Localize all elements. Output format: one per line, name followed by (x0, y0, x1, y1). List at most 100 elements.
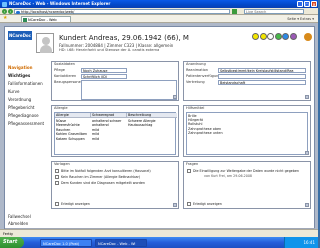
minimize-button[interactable]: _ (297, 1, 303, 7)
sidebar-item[interactable]: Pflegeassessment (5, 120, 49, 128)
vorlage-label: Kein Rauchen im Zimmer (Allergie Bettnac… (61, 174, 141, 179)
resize-handle[interactable] (305, 203, 309, 207)
resize-handle[interactable] (305, 151, 309, 155)
sidebar: Navigation Wichtiges Fallinformationen K… (5, 64, 49, 128)
anordnung-title: Anordnung (186, 62, 206, 66)
browser-window: NCareDoc - Web - Windows Internet Explor… (0, 0, 318, 237)
close-button[interactable]: × (311, 1, 317, 7)
vorlage-label: Dem Kunden sind die Diagnosen mitgeteilt… (61, 180, 146, 185)
page-icon (16, 10, 20, 14)
taskbar-item-active[interactable]: NCareDoc - Web - Wi (95, 238, 147, 247)
favorites-star-icon[interactable]: ★ (3, 16, 7, 21)
column-header[interactable]: Beschreibung (127, 113, 177, 118)
vorlage-checkbox[interactable] (55, 181, 59, 185)
clock: 16:41 (303, 240, 315, 245)
sozialdaten-title: Sozialdaten (54, 62, 75, 66)
status-dot-1[interactable] (252, 33, 259, 40)
kontaktieren-input[interactable]: Schriftlich (ID) (81, 73, 127, 79)
hilfsmittel-list[interactable]: Brille Hörgerät Rollstuhl Zahnprothese o… (186, 112, 308, 155)
erledigt-label: Erledigt anzeigen (61, 201, 90, 206)
status-dot-4[interactable] (274, 33, 282, 40)
taskbar-item[interactable]: NCareDoc 1.0 (Post) (40, 238, 92, 247)
pflege-input[interactable]: Noch Zuhause (81, 67, 127, 73)
forward-button[interactable]: › (8, 9, 13, 14)
patient-name: Kundert Andreas, 29.06.1942 (66), M (59, 34, 189, 42)
allergie-table: Allergie Schweregrad Beschreibung Nüsse … (54, 112, 177, 155)
address-input[interactable]: http://localhost/ncaredoc/web/ (14, 9, 230, 14)
vorlage-checkbox[interactable] (55, 169, 59, 173)
column-header[interactable]: Schweregrad (91, 113, 127, 118)
tab-active[interactable]: NCareDoc - Web (21, 16, 71, 22)
frage-note: von Kurt Frei, am 29.06.2008 (204, 174, 253, 178)
tab-bar: ★ NCareDoc - Web Seite ▾ Extras ▾ (0, 15, 318, 23)
table-cell: mild (92, 136, 100, 141)
frage-label: Die Einwilligung zur Weitergabe der Date… (193, 168, 300, 173)
patientenverfuegung-input[interactable] (218, 73, 306, 79)
address-bar: ‹ › http://localhost/ncaredoc/web/ Live … (0, 8, 318, 15)
status-bar: Fertig (0, 229, 318, 237)
sidebar-item[interactable]: Pflegebericht (5, 104, 49, 112)
resize-handle[interactable] (173, 95, 177, 99)
title-bar: NCareDoc - Web - Windows Internet Explor… (0, 0, 318, 8)
search-placeholder: Live Search (246, 10, 267, 14)
app-logo: NCareDoc (8, 31, 32, 40)
status-dot-2[interactable] (259, 33, 267, 40)
patient-diagnosis: HD: i.68: Herzinfarkt und Stenose der A.… (59, 48, 160, 52)
vorlagen-panel: Vorlagen Bitte im Notfall folgenden Arzt… (51, 161, 179, 209)
settings-icon[interactable] (304, 33, 312, 41)
erledigt-label: Erledigt anzeigen (193, 201, 222, 206)
window-title: NCareDoc - Web - Windows Internet Explor… (9, 1, 111, 6)
anordnung-panel: Anordnung Reanimation Selbstbestimmt/kei… (183, 61, 311, 101)
status-dot-5[interactable] (282, 33, 290, 40)
vorlagen-title: Vorlagen (54, 162, 70, 166)
sidebar-item[interactable]: Fallinformationen (5, 80, 49, 88)
field-label: Bezugspersonen (54, 80, 84, 84)
fragen-panel: Fragen Die Einwilligung zur Weitergabe d… (183, 161, 311, 209)
go-button[interactable] (232, 9, 237, 14)
hilfsmittel-title: Hilfsmittel (186, 106, 205, 110)
field-label: Patientenverfügung (186, 74, 221, 78)
patient-avatar (36, 33, 54, 53)
sozialdaten-panel: Sozialdaten Pflege Noch Zuhause Kontakti… (51, 61, 179, 101)
frage-checkbox[interactable] (187, 169, 191, 173)
vertretung-input[interactable]: Beistandschaft (218, 79, 306, 85)
page-tools-menu[interactable]: Seite ▾ Extras ▾ (287, 17, 314, 21)
sidebar-item[interactable]: Verordnung (5, 96, 49, 104)
erledigt-checkbox[interactable] (55, 202, 59, 206)
fragen-title: Fragen (186, 162, 199, 166)
sidebar-item[interactable]: Wichtiges (5, 72, 49, 80)
field-label: Reanimation (186, 68, 209, 72)
tab-label: NCareDoc - Web (28, 18, 57, 22)
resize-handle[interactable] (173, 203, 177, 207)
search-input[interactable]: Live Search (244, 9, 304, 14)
erledigt-checkbox[interactable] (187, 202, 191, 206)
system-tray: 16:41 (284, 237, 318, 248)
sidebar-item-abmelden[interactable]: Abmelden (5, 220, 49, 228)
vorlage-checkbox[interactable] (55, 175, 59, 179)
reanimation-input[interactable]: Selbstbestimmt/kein Kreislaufstillstand/… (218, 67, 306, 73)
sidebar-item[interactable]: Kurve (5, 88, 49, 96)
field-label: Kontaktieren (54, 74, 77, 78)
field-label: Vertretung (186, 80, 205, 84)
table-cell: Katzen Schuppen (56, 136, 85, 141)
sidebar-item[interactable]: Navigation (5, 64, 49, 72)
status-dot-3[interactable] (267, 33, 275, 40)
sidebar-item[interactable]: Pflegediagnose (5, 112, 49, 120)
allergie-title: Allergie (54, 106, 68, 110)
status-dot-6[interactable] (289, 33, 297, 40)
tab-favicon-icon (23, 18, 27, 22)
page-area: NCareDoc Kundert Andreas, 29.06.1942 (66… (0, 23, 318, 237)
taskbar: Start NCareDoc 1.0 (Post) NCareDoc - Web… (0, 237, 318, 248)
status-color-dots (252, 33, 298, 41)
app-frame: NCareDoc Kundert Andreas, 29.06.1942 (66… (4, 26, 315, 236)
address-text: http://localhost/ncaredoc/web/ (21, 10, 75, 14)
maximize-button[interactable]: □ (304, 1, 310, 7)
resize-handle[interactable] (305, 95, 309, 99)
list-item: Zahnprothese unten (188, 131, 223, 136)
hilfsmittel-panel: Hilfsmittel Brille Hörgerät Rollstuhl Za… (183, 105, 311, 157)
back-button[interactable]: ‹ (2, 9, 7, 14)
status-text: Fertig (3, 232, 13, 236)
bezugspersonen-textarea[interactable] (81, 79, 177, 100)
start-button[interactable]: Start (0, 237, 24, 248)
column-header[interactable]: Allergie (55, 113, 91, 118)
